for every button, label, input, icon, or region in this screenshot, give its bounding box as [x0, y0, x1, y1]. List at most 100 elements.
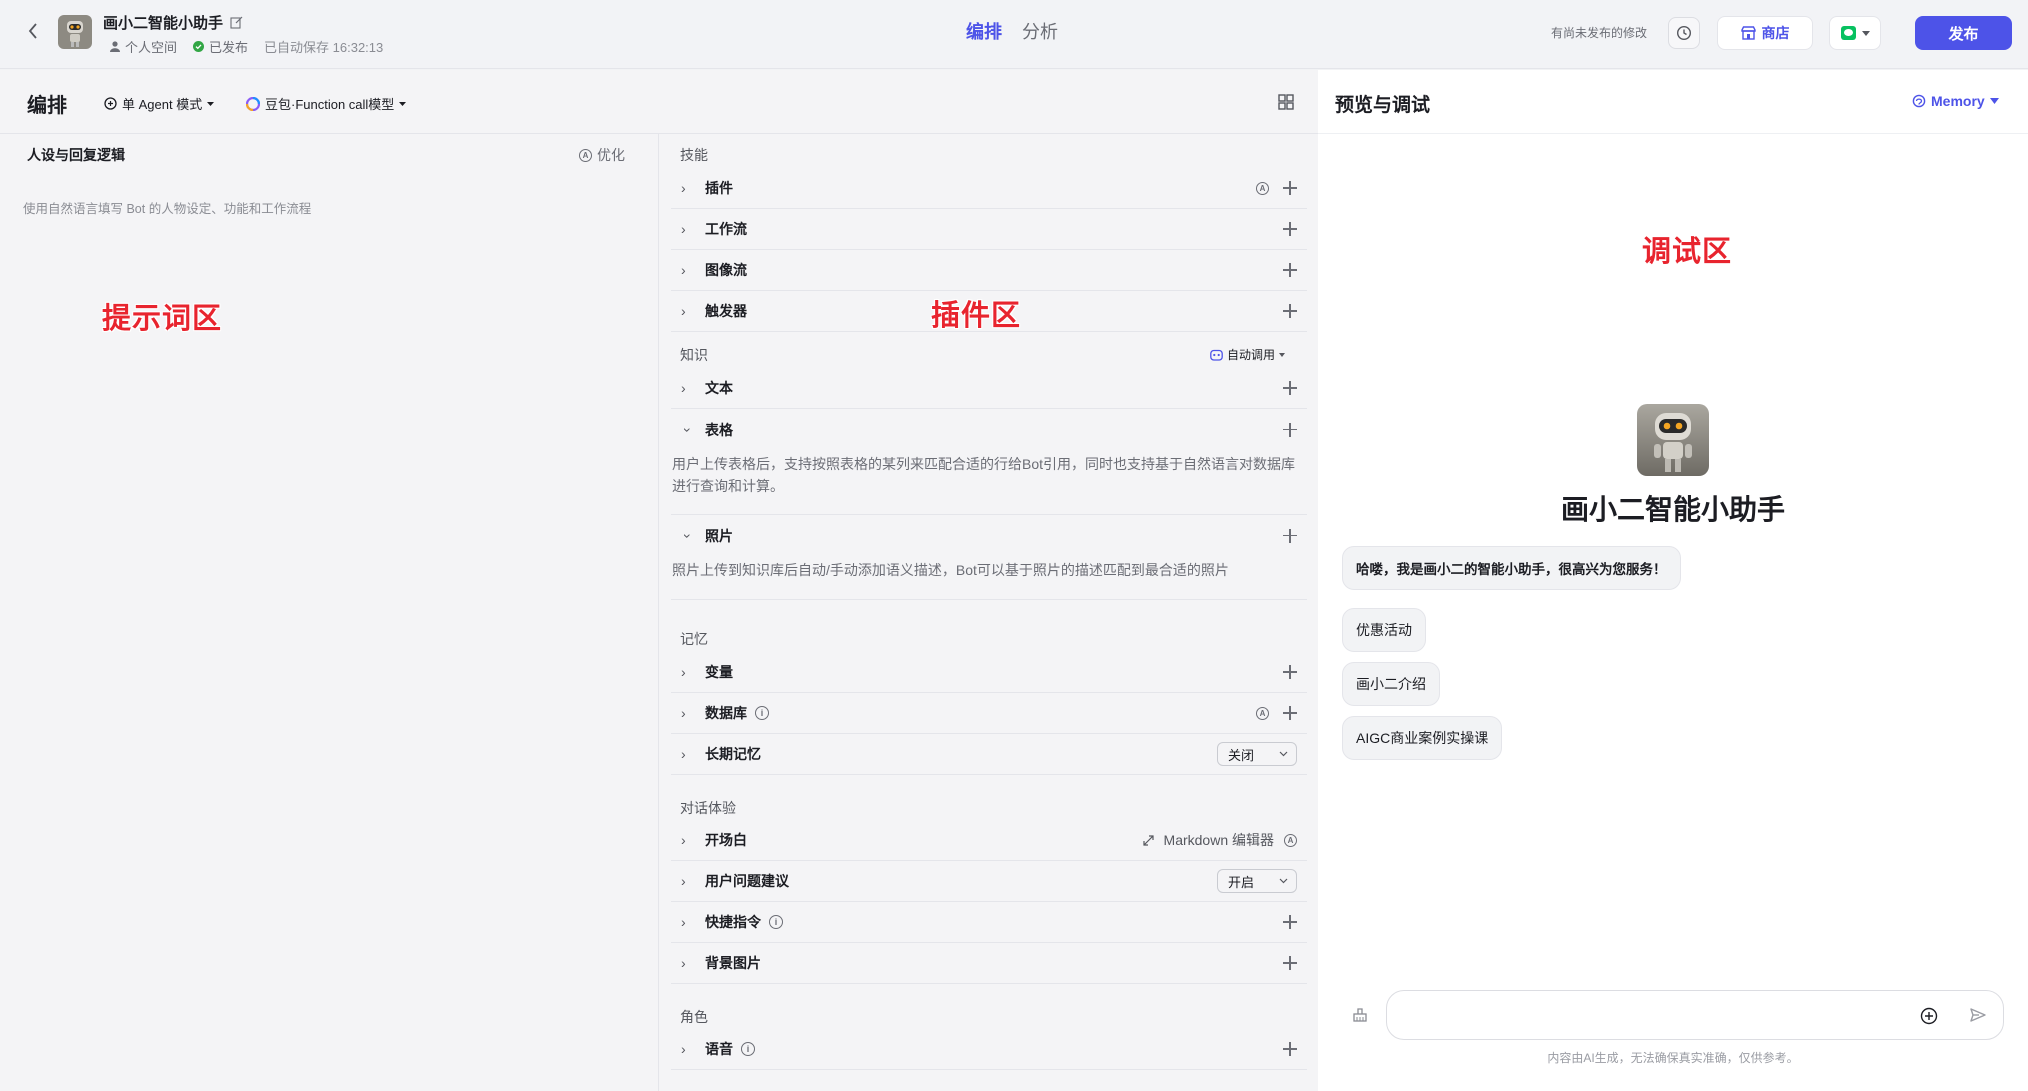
- layout-grid-icon[interactable]: [1277, 93, 1295, 111]
- space-label: 个人空间: [110, 37, 177, 56]
- main-tabs: 编排 分析: [966, 18, 1058, 44]
- info-icon[interactable]: i: [741, 1042, 755, 1056]
- tab-orchestrate[interactable]: 编排: [966, 18, 1002, 44]
- auto-icon[interactable]: A: [1256, 706, 1269, 720]
- chevron-right-icon: ›: [681, 180, 686, 196]
- bot-avatar-large: [1637, 404, 1709, 476]
- plus-icon[interactable]: [1283, 181, 1297, 195]
- row-opening-label: 开场白: [705, 832, 747, 848]
- suggestion-chip[interactable]: 优惠活动: [1342, 608, 1426, 652]
- plus-icon[interactable]: [1283, 1042, 1297, 1056]
- history-button[interactable]: [1668, 17, 1700, 49]
- plus-icon[interactable]: [1283, 263, 1297, 277]
- plus-icon[interactable]: [1283, 304, 1297, 318]
- auto-call-label: 自动调用: [1227, 348, 1276, 362]
- edit-icon[interactable]: [230, 16, 243, 29]
- suggestion-chip[interactable]: 画小二介绍: [1342, 662, 1440, 706]
- photo-description: 照片上传到知识库后自动/手动添加语义描述，Bot可以基于照片的描述匹配到最合适的…: [672, 562, 1229, 578]
- prompt-input[interactable]: 使用自然语言填写 Bot 的人物设定、功能和工作流程: [23, 198, 311, 217]
- row-shortcut-label: 快捷指令: [705, 914, 761, 930]
- plus-icon[interactable]: [1283, 222, 1297, 236]
- row-imageflow-label: 图像流: [705, 262, 747, 278]
- optimize-label: 优化: [597, 147, 625, 163]
- publish-button[interactable]: 发布: [1915, 16, 2012, 50]
- plus-icon[interactable]: [1283, 381, 1297, 395]
- store-button[interactable]: 商店: [1717, 16, 1813, 50]
- debug-area-overlay-label: 调试区: [1642, 236, 1733, 268]
- skills-area: 插件区 技能 › 插件 A › 工作流 › 图像流 › 触发器 知识 自动调用: [660, 134, 1318, 1091]
- prompt-area-overlay-label: 提示词区: [102, 303, 223, 335]
- plus-icon[interactable]: [1283, 665, 1297, 679]
- plus-icon[interactable]: [1283, 956, 1297, 970]
- chevron-right-icon: ›: [681, 221, 686, 237]
- tab-analysis[interactable]: 分析: [1022, 18, 1058, 44]
- memory-label: Memory: [1931, 93, 1985, 109]
- doubao-logo-icon: [246, 96, 260, 111]
- chevron-down-icon: [1279, 751, 1288, 757]
- long-term-value: 关闭: [1228, 747, 1255, 763]
- bot-name-large: 画小二智能小助手: [1560, 494, 1785, 525]
- optimize-button[interactable]: A 优化: [579, 145, 625, 165]
- add-circle-icon[interactable]: [1920, 1007, 1938, 1025]
- expand-icon[interactable]: [1142, 834, 1154, 846]
- channel-dropdown[interactable]: [1829, 16, 1881, 50]
- long-term-memory-select[interactable]: 关闭: [1217, 742, 1297, 766]
- row-plugin[interactable]: › 插件 A: [671, 168, 1307, 209]
- memory-icon: [1912, 94, 1926, 108]
- edit-panel: 编排 单 Agent 模式 豆包·Function call模型 人设与回复逻辑…: [0, 70, 1318, 1091]
- row-table[interactable]: › 表格: [671, 409, 1307, 450]
- plus-icon[interactable]: [1283, 422, 1297, 437]
- caret-down-icon: [1279, 352, 1286, 357]
- caret-down-icon: [207, 101, 215, 106]
- back-arrow-icon[interactable]: [22, 20, 44, 42]
- model-select[interactable]: 豆包·Function call模型: [246, 94, 407, 113]
- unpublished-notice: 有尚未发布的修改: [1551, 26, 1648, 40]
- top-bar: 画小二智能小助手 个人空间 已发布 已自动保存 16:32:13 编排 分析 有…: [0, 0, 2028, 69]
- agent-mode-select[interactable]: 单 Agent 模式: [104, 94, 215, 113]
- autosave-text: 已自动保存 16:32:13: [264, 40, 384, 55]
- edit-header: 编排 单 Agent 模式 豆包·Function call模型: [0, 70, 1318, 134]
- markdown-editor-label[interactable]: Markdown 编辑器: [1164, 830, 1274, 850]
- robot-icon: [1210, 349, 1223, 361]
- chevron-right-icon: ›: [681, 1041, 686, 1057]
- auto-icon[interactable]: A: [1284, 833, 1297, 847]
- row-background[interactable]: › 背景图片: [671, 943, 1307, 984]
- send-icon[interactable]: [1969, 1006, 1987, 1024]
- section-skill: 技能: [680, 147, 708, 163]
- plus-icon[interactable]: [1283, 528, 1297, 543]
- clear-history-icon[interactable]: [1352, 1007, 1368, 1028]
- row-variable[interactable]: › 变量: [671, 652, 1307, 693]
- row-photo-label: 照片: [705, 527, 733, 544]
- mode-icon: [104, 97, 117, 110]
- info-icon[interactable]: i: [769, 915, 783, 929]
- chat-input[interactable]: [1386, 990, 2004, 1040]
- row-shortcut[interactable]: › 快捷指令 i: [671, 902, 1307, 943]
- auto-call-dropdown[interactable]: 自动调用: [1210, 346, 1286, 363]
- plus-icon[interactable]: [1283, 915, 1297, 929]
- table-description: 用户上传表格后，支持按照表格的某列来匹配合适的行给Bot引用，同时也支持基于自然…: [672, 456, 1296, 494]
- user-icon: [110, 41, 120, 52]
- row-long-term-memory[interactable]: › 长期记忆 关闭: [671, 734, 1307, 775]
- row-trigger[interactable]: › 触发器: [671, 291, 1307, 332]
- info-icon[interactable]: i: [755, 706, 769, 720]
- row-photo[interactable]: › 照片: [671, 515, 1307, 556]
- section-memory: 记忆: [680, 631, 708, 647]
- bot-avatar: [58, 15, 92, 49]
- row-question-suggest[interactable]: › 用户问题建议 开启: [671, 861, 1307, 902]
- row-opening[interactable]: › 开场白 Markdown 编辑器 A: [671, 820, 1307, 861]
- space-text: 个人空间: [125, 40, 178, 55]
- plus-icon[interactable]: [1283, 706, 1297, 720]
- row-database[interactable]: › 数据库 i A: [671, 693, 1307, 734]
- store-label: 商店: [1761, 25, 1790, 41]
- row-voice[interactable]: › 语音 i: [671, 1029, 1307, 1070]
- suggest-value: 开启: [1228, 874, 1255, 890]
- row-text[interactable]: › 文本: [671, 368, 1307, 409]
- check-circle-icon: [193, 41, 205, 52]
- suggestion-chip[interactable]: AIGC商业案例实操课: [1342, 716, 1503, 760]
- row-voice-label: 语音: [705, 1041, 733, 1057]
- row-workflow[interactable]: › 工作流: [671, 209, 1307, 250]
- row-imageflow[interactable]: › 图像流: [671, 250, 1307, 291]
- memory-button[interactable]: Memory: [1912, 93, 1999, 109]
- suggest-select[interactable]: 开启: [1217, 869, 1297, 893]
- auto-icon[interactable]: A: [1256, 181, 1269, 195]
